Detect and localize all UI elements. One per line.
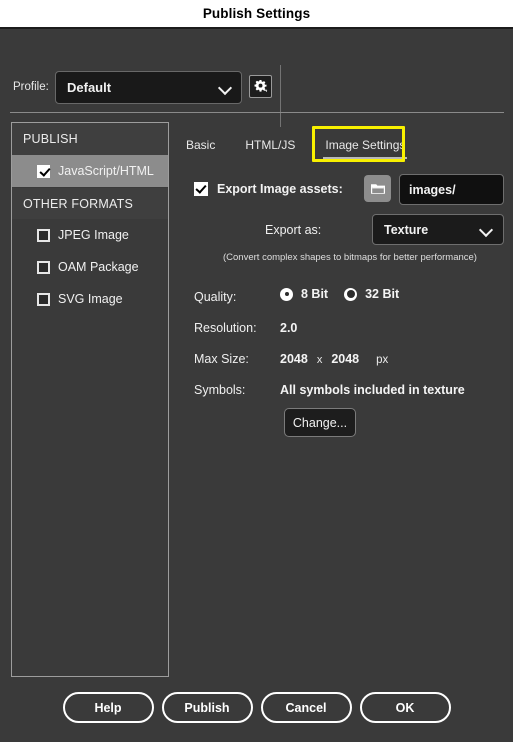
sidebar-item-javascript-html[interactable]: JavaScript/HTML bbox=[12, 155, 168, 187]
gear-icon bbox=[254, 79, 268, 93]
profile-vertical-divider bbox=[280, 65, 281, 127]
sidebar-item-oam-package[interactable]: OAM Package bbox=[12, 251, 168, 283]
dialog-titlebar: Publish Settings bbox=[0, 0, 513, 27]
quality-label: Quality: bbox=[194, 290, 237, 304]
profile-row: Profile: Default bbox=[0, 29, 513, 127]
checkbox-oam-package[interactable] bbox=[37, 260, 50, 274]
export-as-label: Export as: bbox=[265, 223, 322, 237]
symbols-value: All symbols included in texture bbox=[280, 383, 465, 397]
checkbox-javascript-html[interactable] bbox=[37, 164, 50, 178]
sidebar-group-header-other-formats: OTHER FORMATS bbox=[12, 187, 168, 219]
max-size-row: Max Size: 2048 x 2048 px bbox=[194, 346, 506, 377]
resolution-value[interactable]: 2.0 bbox=[280, 321, 297, 335]
max-size-height[interactable]: 2048 bbox=[331, 352, 359, 366]
sidebar-item-label: JPEG Image bbox=[58, 228, 129, 242]
symbols-row: Symbols: All symbols included in texture bbox=[194, 377, 506, 408]
profile-select-value: Default bbox=[67, 80, 112, 95]
sidebar-item-jpeg-image[interactable]: JPEG Image bbox=[12, 219, 168, 251]
sidebar-group-header-publish: PUBLISH bbox=[12, 123, 168, 155]
panel-tabs: Basic HTML/JS Image Settings bbox=[186, 130, 435, 160]
checkbox-export-image-assets[interactable] bbox=[194, 182, 208, 196]
profile-select[interactable]: Default bbox=[55, 71, 242, 104]
profile-options-button[interactable] bbox=[249, 75, 272, 98]
change-symbols-button[interactable]: Change... bbox=[284, 408, 356, 437]
resolution-row: Resolution: 2.0 bbox=[194, 315, 506, 346]
export-as-select[interactable]: Texture bbox=[372, 214, 504, 245]
quality-row: Quality: 8 Bit 32 Bit bbox=[194, 284, 506, 315]
export-as-value: Texture bbox=[384, 222, 429, 237]
ok-button[interactable]: OK bbox=[359, 692, 451, 723]
sidebar-item-svg-image[interactable]: SVG Image bbox=[12, 283, 168, 315]
symbols-label: Symbols: bbox=[194, 383, 246, 397]
radio-8-bit[interactable] bbox=[280, 287, 293, 301]
publish-button[interactable]: Publish bbox=[161, 692, 253, 723]
checkbox-jpeg-image[interactable] bbox=[37, 228, 50, 242]
formats-sidebar: PUBLISH JavaScript/HTML OTHER FORMATS JP… bbox=[11, 122, 169, 677]
chevron-down-icon bbox=[480, 223, 494, 237]
dialog-footer: Help Publish Cancel OK bbox=[0, 692, 513, 742]
publish-settings-dialog: Publish Settings Profile: Default PUBLIS… bbox=[0, 0, 513, 742]
header-divider bbox=[10, 112, 504, 113]
tab-image-settings[interactable]: Image Settings bbox=[323, 136, 408, 159]
export-image-assets-label: Export Image assets: bbox=[217, 182, 343, 196]
export-image-assets-row: Export Image assets: images/ bbox=[194, 172, 506, 206]
image-properties: Quality: 8 Bit 32 Bit Resolution: 2.0 Ma… bbox=[194, 284, 506, 437]
radio-32-bit[interactable] bbox=[344, 287, 358, 301]
max-size-label: Max Size: bbox=[194, 352, 249, 366]
folder-icon bbox=[370, 183, 385, 194]
dialog-title: Publish Settings bbox=[202, 6, 311, 21]
max-size-unit: px bbox=[376, 354, 389, 366]
max-size-width[interactable]: 2048 bbox=[280, 352, 308, 366]
max-size-values: 2048 x 2048 px bbox=[280, 352, 388, 366]
cancel-button[interactable]: Cancel bbox=[260, 692, 352, 723]
radio-8-bit-label: 8 Bit bbox=[301, 287, 329, 301]
settings-panel: Basic HTML/JS Image Settings Export Imag… bbox=[186, 122, 506, 677]
chevron-down-icon bbox=[219, 81, 233, 95]
tab-html-js[interactable]: HTML/JS bbox=[245, 136, 295, 154]
browse-folder-button[interactable] bbox=[364, 175, 391, 202]
sidebar-item-label: OAM Package bbox=[58, 260, 139, 274]
profile-label: Profile: bbox=[13, 81, 49, 93]
quality-radio-group: 8 Bit 32 Bit bbox=[280, 287, 415, 301]
export-as-row: Export as: Texture bbox=[194, 214, 506, 248]
help-button[interactable]: Help bbox=[62, 692, 154, 723]
export-path-input[interactable]: images/ bbox=[399, 174, 504, 205]
checkbox-svg-image[interactable] bbox=[37, 292, 50, 306]
resolution-label: Resolution: bbox=[194, 321, 257, 335]
max-size-separator: x bbox=[316, 354, 323, 366]
sidebar-item-label: SVG Image bbox=[58, 292, 123, 306]
radio-32-bit-label: 32 Bit bbox=[365, 287, 400, 301]
tab-basic[interactable]: Basic bbox=[186, 136, 215, 154]
export-as-hint: (Convert complex shapes to bitmaps for b… bbox=[223, 252, 477, 263]
sidebar-item-label: JavaScript/HTML bbox=[58, 164, 154, 178]
